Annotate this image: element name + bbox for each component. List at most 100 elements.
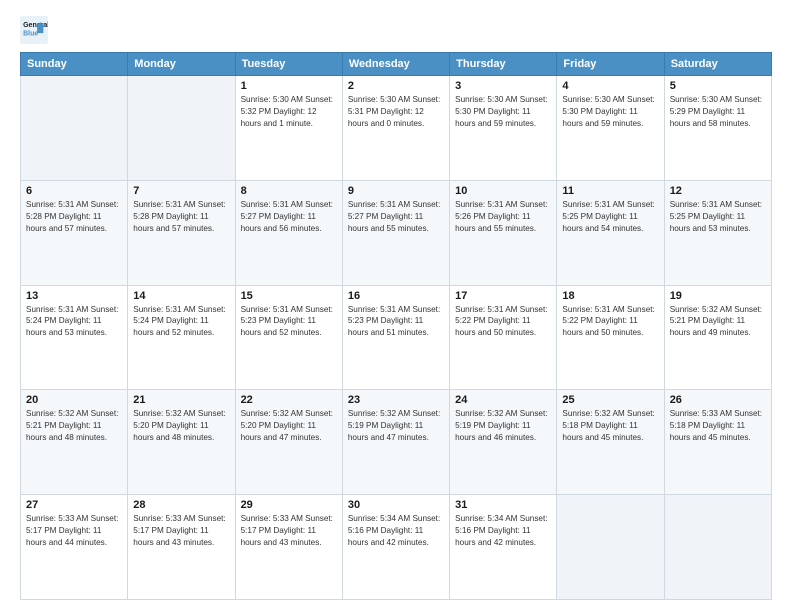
day-cell: 27 Sunrise: 5:33 AM Sunset: 5:17 PM Dayli… — [21, 495, 128, 600]
day-info: Sunrise: 5:32 AM Sunset: 5:21 PM Dayligh… — [26, 408, 122, 444]
day-cell: 13Sunrise: 5:31 AM Sunset: 5:24 PM Dayli… — [21, 285, 128, 390]
svg-text:Blue: Blue — [23, 30, 38, 37]
day-info: Sunrise: 5:30 AM Sunset: 5:29 PM Dayligh… — [670, 94, 766, 130]
day-number: 30 — [348, 499, 444, 511]
day-cell: 24Sunrise: 5:32 AM Sunset: 5:19 PM Dayli… — [450, 390, 557, 495]
day-number: 25 — [562, 394, 658, 406]
day-info: Sunrise: 5:34 AM Sunset: 5:16 PM Dayligh… — [455, 513, 551, 549]
day-info: Sunrise: 5:30 AM Sunset: 5:30 PM Dayligh… — [562, 94, 658, 130]
day-number: 6 — [26, 185, 122, 197]
day-number: 4 — [562, 80, 658, 92]
day-info: Sunrise: 5:32 AM Sunset: 5:20 PM Dayligh… — [241, 408, 337, 444]
day-number: 29 — [241, 499, 337, 511]
day-cell: 21 Sunrise: 5:32 AM Sunset: 5:20 PM Dayli… — [128, 390, 235, 495]
day-number: 22 — [241, 394, 337, 406]
day-info: Sunrise: 5:32 AM Sunset: 5:19 PM Dayligh… — [455, 408, 551, 444]
day-cell — [21, 76, 128, 181]
day-number: 5 — [670, 80, 766, 92]
calendar-table: SundayMondayTuesdayWednesdayThursdayFrid… — [20, 52, 772, 600]
day-info: Sunrise: 5:31 AM Sunset: 5:23 PM Dayligh… — [241, 304, 337, 340]
day-cell: 7Sunrise: 5:31 AM Sunset: 5:28 PM Daylig… — [128, 180, 235, 285]
header: General Blue — [20, 16, 772, 44]
day-info: Sunrise: 5:32 AM Sunset: 5:19 PM Dayligh… — [348, 408, 444, 444]
week-row-5: 27 Sunrise: 5:33 AM Sunset: 5:17 PM Dayli… — [21, 495, 772, 600]
col-header-saturday: Saturday — [664, 53, 771, 76]
col-header-thursday: Thursday — [450, 53, 557, 76]
day-cell: 9 Sunrise: 5:31 AM Sunset: 5:27 PM Daylig… — [342, 180, 449, 285]
week-row-3: 13Sunrise: 5:31 AM Sunset: 5:24 PM Dayli… — [21, 285, 772, 390]
day-cell: 4 Sunrise: 5:30 AM Sunset: 5:30 PM Daylig… — [557, 76, 664, 181]
logo: General Blue — [20, 16, 52, 44]
col-header-friday: Friday — [557, 53, 664, 76]
col-header-monday: Monday — [128, 53, 235, 76]
day-number: 20 — [26, 394, 122, 406]
col-header-tuesday: Tuesday — [235, 53, 342, 76]
day-number: 31 — [455, 499, 551, 511]
day-info: Sunrise: 5:32 AM Sunset: 5:20 PM Dayligh… — [133, 408, 229, 444]
day-cell: 18 Sunrise: 5:31 AM Sunset: 5:22 PM Dayli… — [557, 285, 664, 390]
day-info: Sunrise: 5:31 AM Sunset: 5:24 PM Dayligh… — [133, 304, 229, 340]
day-cell: 31 Sunrise: 5:34 AM Sunset: 5:16 PM Dayli… — [450, 495, 557, 600]
day-number: 8 — [241, 185, 337, 197]
day-number: 3 — [455, 80, 551, 92]
day-cell: 25 Sunrise: 5:32 AM Sunset: 5:18 PM Dayli… — [557, 390, 664, 495]
col-header-sunday: Sunday — [21, 53, 128, 76]
day-info: Sunrise: 5:31 AM Sunset: 5:27 PM Dayligh… — [348, 199, 444, 235]
day-cell: 3 Sunrise: 5:30 AM Sunset: 5:30 PM Daylig… — [450, 76, 557, 181]
day-info: Sunrise: 5:31 AM Sunset: 5:26 PM Dayligh… — [455, 199, 551, 235]
day-cell: 16 Sunrise: 5:31 AM Sunset: 5:23 PM Dayli… — [342, 285, 449, 390]
header-row: SundayMondayTuesdayWednesdayThursdayFrid… — [21, 53, 772, 76]
day-number: 2 — [348, 80, 444, 92]
day-cell: 6 Sunrise: 5:31 AM Sunset: 5:28 PM Daylig… — [21, 180, 128, 285]
day-info: Sunrise: 5:34 AM Sunset: 5:16 PM Dayligh… — [348, 513, 444, 549]
day-info: Sunrise: 5:33 AM Sunset: 5:17 PM Dayligh… — [133, 513, 229, 549]
day-info: Sunrise: 5:32 AM Sunset: 5:18 PM Dayligh… — [562, 408, 658, 444]
day-number: 16 — [348, 290, 444, 302]
logo-icon: General Blue — [20, 16, 48, 44]
day-number: 9 — [348, 185, 444, 197]
day-cell: 20 Sunrise: 5:32 AM Sunset: 5:21 PM Dayli… — [21, 390, 128, 495]
day-number: 7 — [133, 185, 229, 197]
day-number: 26 — [670, 394, 766, 406]
day-info: Sunrise: 5:31 AM Sunset: 5:22 PM Dayligh… — [562, 304, 658, 340]
day-number: 19 — [670, 290, 766, 302]
day-number: 23 — [348, 394, 444, 406]
day-info: Sunrise: 5:31 AM Sunset: 5:24 PM Dayligh… — [26, 304, 122, 340]
day-number: 18 — [562, 290, 658, 302]
day-info: Sunrise: 5:32 AM Sunset: 5:21 PM Dayligh… — [670, 304, 766, 340]
day-info: Sunrise: 5:31 AM Sunset: 5:27 PM Dayligh… — [241, 199, 337, 235]
col-header-wednesday: Wednesday — [342, 53, 449, 76]
day-info: Sunrise: 5:31 AM Sunset: 5:25 PM Dayligh… — [562, 199, 658, 235]
day-cell: 26Sunrise: 5:33 AM Sunset: 5:18 PM Dayli… — [664, 390, 771, 495]
day-number: 28 — [133, 499, 229, 511]
day-info: Sunrise: 5:33 AM Sunset: 5:17 PM Dayligh… — [241, 513, 337, 549]
day-info: Sunrise: 5:31 AM Sunset: 5:28 PM Dayligh… — [26, 199, 122, 235]
day-info: Sunrise: 5:33 AM Sunset: 5:17 PM Dayligh… — [26, 513, 122, 549]
week-row-1: 1 Sunrise: 5:30 AM Sunset: 5:32 PM Daylig… — [21, 76, 772, 181]
day-number: 15 — [241, 290, 337, 302]
day-info: Sunrise: 5:31 AM Sunset: 5:23 PM Dayligh… — [348, 304, 444, 340]
day-cell: 30 Sunrise: 5:34 AM Sunset: 5:16 PM Dayli… — [342, 495, 449, 600]
day-number: 10 — [455, 185, 551, 197]
day-info: Sunrise: 5:30 AM Sunset: 5:32 PM Dayligh… — [241, 94, 337, 130]
day-number: 1 — [241, 80, 337, 92]
day-info: Sunrise: 5:30 AM Sunset: 5:31 PM Dayligh… — [348, 94, 444, 130]
day-info: Sunrise: 5:30 AM Sunset: 5:30 PM Dayligh… — [455, 94, 551, 130]
day-cell: 17Sunrise: 5:31 AM Sunset: 5:22 PM Dayli… — [450, 285, 557, 390]
day-cell: 10 Sunrise: 5:31 AM Sunset: 5:26 PM Dayli… — [450, 180, 557, 285]
day-cell: 28 Sunrise: 5:33 AM Sunset: 5:17 PM Dayli… — [128, 495, 235, 600]
week-row-2: 6 Sunrise: 5:31 AM Sunset: 5:28 PM Daylig… — [21, 180, 772, 285]
day-info: Sunrise: 5:31 AM Sunset: 5:25 PM Dayligh… — [670, 199, 766, 235]
day-cell: 5 Sunrise: 5:30 AM Sunset: 5:29 PM Daylig… — [664, 76, 771, 181]
day-cell — [664, 495, 771, 600]
page: General Blue SundayMondayTuesdayWednesda… — [0, 0, 792, 612]
day-number: 27 — [26, 499, 122, 511]
day-cell — [128, 76, 235, 181]
day-cell: 1 Sunrise: 5:30 AM Sunset: 5:32 PM Daylig… — [235, 76, 342, 181]
week-row-4: 20 Sunrise: 5:32 AM Sunset: 5:21 PM Dayli… — [21, 390, 772, 495]
day-cell: 14Sunrise: 5:31 AM Sunset: 5:24 PM Dayli… — [128, 285, 235, 390]
day-cell: 23 Sunrise: 5:32 AM Sunset: 5:19 PM Dayli… — [342, 390, 449, 495]
day-number: 21 — [133, 394, 229, 406]
day-cell: 11Sunrise: 5:31 AM Sunset: 5:25 PM Dayli… — [557, 180, 664, 285]
day-cell: 22 Sunrise: 5:32 AM Sunset: 5:20 PM Dayli… — [235, 390, 342, 495]
